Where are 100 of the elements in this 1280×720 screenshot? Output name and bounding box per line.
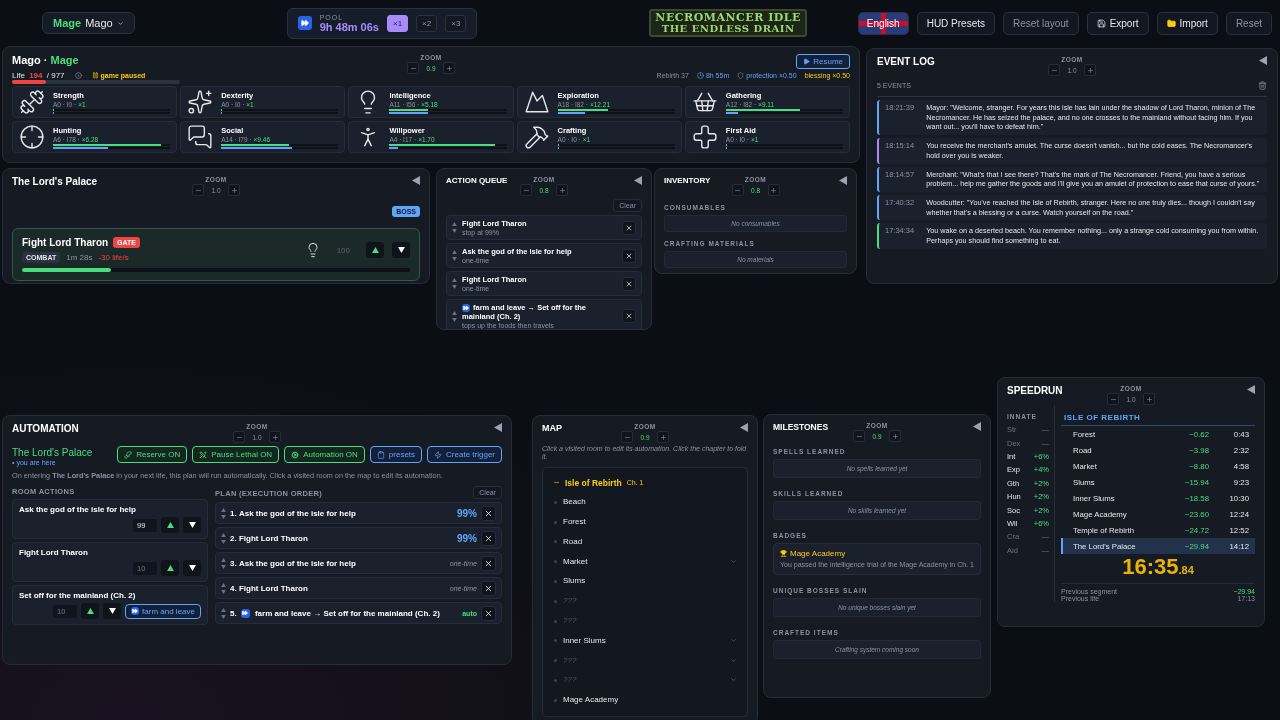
remove-button[interactable] xyxy=(481,555,496,571)
language-selector[interactable]: English xyxy=(857,11,909,35)
toggle-button[interactable]: Create trigger xyxy=(427,446,502,463)
map-room[interactable]: Slums xyxy=(553,570,586,591)
zoom-in-button[interactable] xyxy=(1084,64,1096,76)
trash-icon[interactable] xyxy=(1258,81,1267,90)
chapter-heading: ISLE OF REBIRTH xyxy=(1061,413,1255,426)
panel-title: EVENT LOG xyxy=(877,56,935,67)
map-room: ??? xyxy=(553,650,577,670)
remove-button[interactable] xyxy=(481,505,496,521)
zoom-out-button[interactable] xyxy=(407,62,419,74)
speed-button[interactable]: ×1 xyxy=(387,14,409,32)
toggle-button[interactable]: Automation ON xyxy=(284,446,365,463)
move-up-button[interactable] xyxy=(366,242,384,258)
close-icon xyxy=(625,223,633,232)
zoom-in-button[interactable] xyxy=(228,184,240,196)
collapse-button[interactable] xyxy=(740,423,748,432)
zoom-in-button[interactable] xyxy=(1143,393,1155,405)
zoom-in-button[interactable] xyxy=(443,62,455,74)
toggle-button[interactable]: presets xyxy=(369,446,423,463)
up-arrow-icon xyxy=(86,608,94,614)
zoom-in-button[interactable] xyxy=(657,431,669,443)
plan-step[interactable]: 2. Fight Lord Tharon 99% xyxy=(215,527,502,549)
collapse-button[interactable] xyxy=(973,422,981,431)
increase-button[interactable] xyxy=(81,603,100,619)
zoom-out-button[interactable] xyxy=(621,431,633,443)
decrease-button[interactable] xyxy=(103,603,122,619)
zoom-in-button[interactable] xyxy=(889,430,901,442)
increase-button[interactable] xyxy=(161,560,179,576)
zoom-out-button[interactable] xyxy=(192,184,204,196)
close-icon xyxy=(625,279,633,288)
lightning-icon xyxy=(434,450,443,459)
reorder-arrows-icon xyxy=(452,310,457,322)
game-logo: NECROMANCER IDLE THE ENDLESS DRAIN xyxy=(649,8,807,37)
zoom-out-button[interactable] xyxy=(853,430,865,442)
reorder-arrows-icon xyxy=(452,278,457,289)
remove-button[interactable] xyxy=(622,276,636,291)
map-room[interactable]: Beach xyxy=(553,491,586,512)
plan-step-label: 3. Ask the god of the isle for help xyxy=(230,558,357,568)
pool-time: 9h 48m 06s xyxy=(319,20,379,33)
action-duration: 1m 28s xyxy=(66,253,93,262)
increase-button[interactable] xyxy=(161,517,179,533)
header-button[interactable]: Reset layout xyxy=(1003,11,1079,35)
zoom-out-button[interactable] xyxy=(520,184,532,196)
map-room[interactable]: Road xyxy=(553,531,583,552)
folder-icon xyxy=(1166,18,1176,28)
toggle-button[interactable]: Pause Lethal ON xyxy=(192,446,280,463)
zoom-out-button[interactable] xyxy=(1107,393,1119,405)
toggle-button[interactable]: Reserve ON xyxy=(117,446,188,463)
plus-icon xyxy=(1086,66,1094,74)
chapter-name: Isle of Rebirth xyxy=(565,477,622,488)
zoom-in-button[interactable] xyxy=(767,184,780,196)
collapse-button[interactable] xyxy=(634,176,642,185)
panel-title: The Lord's Palace xyxy=(12,176,98,187)
down-arrow-icon xyxy=(188,565,196,571)
remove-button[interactable] xyxy=(481,530,496,546)
character-selector[interactable]: Mage Mago xyxy=(42,12,135,34)
move-down-button[interactable] xyxy=(392,242,410,258)
life-text: Life 194 / 977 xyxy=(12,71,65,80)
remove-button[interactable] xyxy=(622,220,636,235)
decrease-button[interactable] xyxy=(183,517,201,533)
remove-button[interactable] xyxy=(622,248,636,263)
trophy-icon xyxy=(780,550,787,557)
plus-icon xyxy=(891,432,899,440)
collapse-button[interactable] xyxy=(494,423,502,432)
room-action-name: Fight Lord Tharon xyxy=(19,548,89,557)
reorder-arrows-icon xyxy=(221,582,226,594)
collapse-button[interactable] xyxy=(839,176,847,185)
reorder-arrows-icon xyxy=(221,607,226,619)
fast-forward-icon xyxy=(131,607,140,615)
collapse-button[interactable] xyxy=(1247,385,1255,394)
zoom-in-button[interactable] xyxy=(269,431,281,443)
zoom-out-button[interactable] xyxy=(731,184,744,196)
speed-button[interactable]: ×2 xyxy=(416,14,438,32)
map-room[interactable]: Mage Academy xyxy=(553,689,619,710)
badge-title: Mage Academy xyxy=(790,549,846,558)
zoom-out-button[interactable] xyxy=(233,431,245,443)
remove-button[interactable] xyxy=(481,605,496,621)
map-room[interactable]: Inner Slums xyxy=(553,630,606,651)
map-room[interactable]: Market xyxy=(553,551,588,571)
plan-step[interactable]: 1. Ask the god of the isle for help 99% xyxy=(215,502,502,524)
reorder-arrows-icon xyxy=(221,557,226,569)
zoom-in-button[interactable] xyxy=(556,184,568,196)
collapse-button[interactable] xyxy=(412,176,420,185)
decrease-button[interactable] xyxy=(183,560,201,576)
speed-button[interactable]: ×3 xyxy=(445,14,467,32)
remove-button[interactable] xyxy=(481,580,496,596)
farm-and-leave-button[interactable]: farm and leave xyxy=(125,603,201,619)
header-button[interactable]: Import xyxy=(1156,11,1218,35)
remove-button[interactable] xyxy=(622,309,636,323)
fast-forward-icon xyxy=(297,16,312,30)
header-button[interactable]: Export xyxy=(1086,11,1149,35)
header-button[interactable]: HUD Presets xyxy=(916,11,996,35)
cross-icon xyxy=(691,124,718,150)
zoom-out-button[interactable] xyxy=(1048,64,1060,76)
drumstick-icon xyxy=(124,450,133,459)
map-room[interactable]: Forest xyxy=(553,511,586,532)
header-button[interactable]: Reset xyxy=(1225,11,1272,35)
collapse-button[interactable] xyxy=(1259,56,1267,65)
resume-button[interactable]: Resume xyxy=(796,54,850,69)
